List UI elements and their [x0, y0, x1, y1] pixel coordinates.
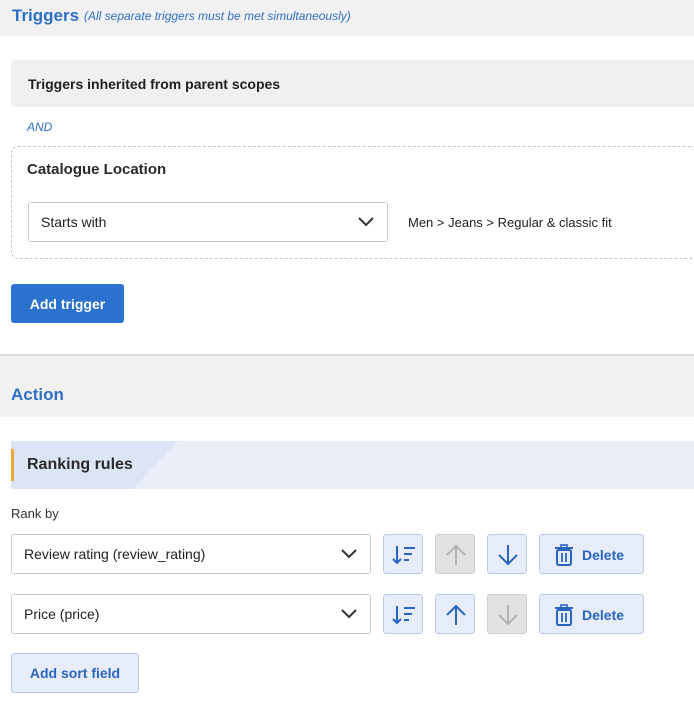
delete-label: Delete [582, 607, 625, 623]
sort-descending-icon [392, 546, 415, 565]
delete-label: Delete [582, 547, 625, 563]
trigger-operator-select[interactable]: Starts with [28, 202, 388, 242]
action-title: Action [11, 385, 64, 404]
chevron-down-icon [341, 549, 357, 559]
ranking-rules-title: Ranking rules [27, 456, 133, 473]
and-label: AND [27, 120, 53, 134]
triggers-title: Triggers [12, 6, 80, 25]
delete-sort-field-button[interactable]: Delete [539, 594, 644, 634]
chevron-down-icon [358, 217, 374, 227]
triggers-header: Triggers (All separate triggers must be … [0, 0, 694, 36]
move-down-button[interactable] [487, 594, 527, 634]
arrow-down-icon [498, 545, 518, 566]
inherited-triggers-title: Triggers inherited from parent scopes [28, 76, 281, 92]
sort-field-select[interactable]: Price (price) [11, 594, 371, 634]
triggers-note: (All separate triggers must be met simul… [84, 9, 351, 23]
sort-field-value: Price (price) [24, 606, 100, 622]
trigger-card-title: Catalogue Location [27, 161, 167, 178]
sort-direction-button[interactable] [383, 594, 423, 634]
ranking-accent-bar [11, 449, 14, 481]
move-up-button[interactable] [435, 594, 475, 634]
sort-direction-button[interactable] [383, 534, 423, 574]
move-up-button[interactable] [435, 534, 475, 574]
arrow-up-icon [446, 604, 466, 625]
trash-icon [555, 544, 573, 566]
arrow-up-icon [446, 544, 466, 565]
add-trigger-button[interactable]: Add trigger [11, 284, 124, 323]
inherited-triggers-panel[interactable]: Triggers inherited from parent scopes [11, 60, 694, 107]
sort-field-select[interactable]: Review rating (review_rating) [11, 534, 371, 574]
delete-sort-field-button[interactable]: Delete [539, 534, 644, 574]
trash-icon [555, 604, 573, 626]
chevron-down-icon [341, 609, 357, 619]
ranking-rules-tab[interactable]: Ranking rules [11, 441, 694, 489]
trigger-location-value: Men > Jeans > Regular & classic fit [408, 215, 612, 230]
move-down-button[interactable] [487, 534, 527, 574]
trigger-operator-value: Starts with [41, 214, 107, 230]
sort-field-value: Review rating (review_rating) [24, 546, 206, 562]
arrow-down-icon [498, 605, 518, 626]
action-header: Action [0, 356, 694, 417]
add-sort-field-button[interactable]: Add sort field [11, 653, 139, 693]
rank-by-label: Rank by [11, 506, 59, 521]
sort-descending-icon [392, 606, 415, 625]
